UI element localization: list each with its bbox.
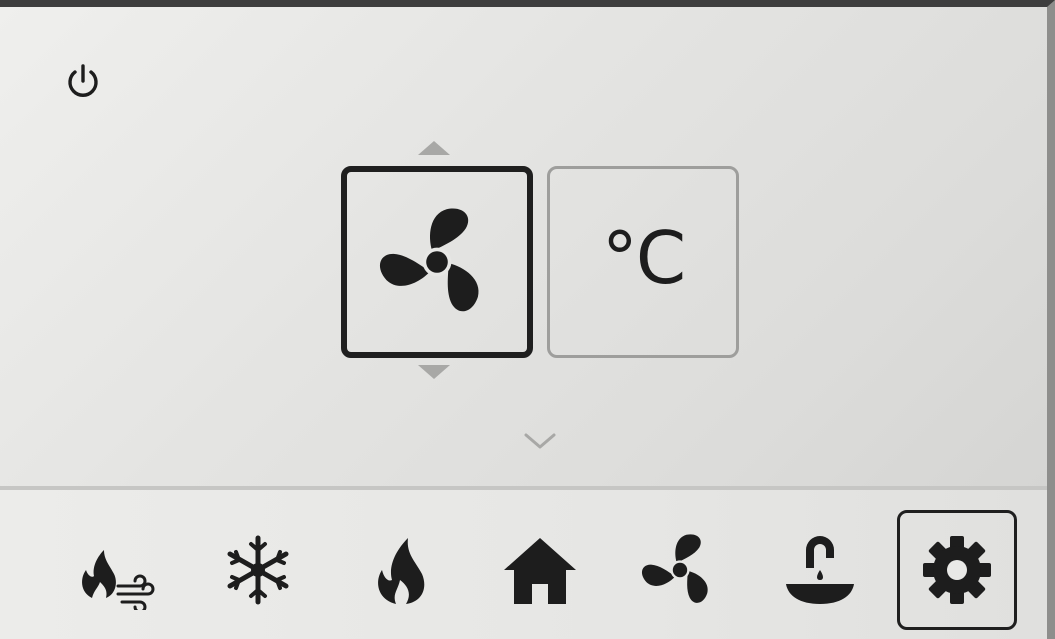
triangle-up-icon xyxy=(418,141,450,155)
scroll-up-arrow[interactable] xyxy=(414,137,454,157)
scroll-down-arrow[interactable] xyxy=(414,363,454,383)
triangle-down-icon xyxy=(418,365,450,379)
home-icon xyxy=(504,538,576,604)
tap-basin-icon xyxy=(786,536,854,604)
gear-icon xyxy=(923,536,991,604)
chevron-down-icon xyxy=(524,433,556,449)
temperature-unit-tile[interactable]: °C xyxy=(547,166,739,358)
temperature-unit-label: °C xyxy=(601,216,686,300)
nav-fan-button[interactable] xyxy=(620,510,740,630)
nav-cool-button[interactable] xyxy=(198,510,318,630)
flame-wind-icon xyxy=(82,550,155,610)
nav-heat-air-button[interactable] xyxy=(58,510,178,630)
power-button[interactable] xyxy=(60,62,106,102)
snowflake-icon xyxy=(227,535,289,605)
nav-hot-water-button[interactable] xyxy=(760,510,880,630)
nav-settings-button[interactable] xyxy=(897,510,1017,630)
nav-home-button[interactable] xyxy=(480,510,600,630)
fan-option-tile[interactable] xyxy=(341,166,533,358)
fan-icon xyxy=(379,208,479,312)
power-icon xyxy=(68,64,98,97)
fan-icon xyxy=(641,534,708,603)
flame-icon xyxy=(378,538,425,604)
nav-heat-button[interactable] xyxy=(340,510,460,630)
expand-chevron[interactable] xyxy=(520,427,560,455)
